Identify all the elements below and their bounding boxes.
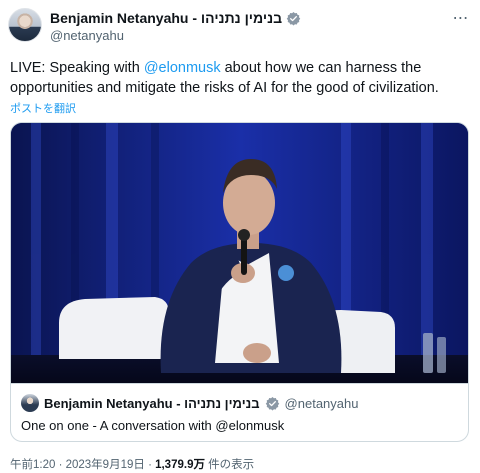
quoted-verified-badge-icon bbox=[265, 396, 279, 410]
author-avatar[interactable] bbox=[8, 8, 42, 42]
verified-badge-icon[interactable] bbox=[286, 11, 301, 26]
quoted-post-card[interactable]: Benjamin Netanyahu - בנימין נתניהו @neta… bbox=[10, 122, 469, 442]
author-name-row: Benjamin Netanyahu - בנימין נתניהו bbox=[50, 9, 301, 27]
stage-scene-image bbox=[11, 123, 468, 383]
translate-post-link[interactable]: ポストを翻訳 bbox=[10, 100, 76, 116]
tweet-text: LIVE: Speaking with @elonmusk about how … bbox=[10, 58, 450, 98]
quoted-post-footer: Benjamin Netanyahu - בנימין נתניהו @neta… bbox=[11, 383, 468, 441]
video-thumbnail[interactable] bbox=[11, 123, 468, 383]
tweet-text-before: LIVE: Speaking with bbox=[10, 60, 144, 76]
post-timestamp[interactable]: 午前1:20 · 2023年9月19日 · bbox=[10, 459, 155, 471]
tweet-header: Benjamin Netanyahu - בנימין נתניהו @neta… bbox=[8, 8, 472, 44]
views-count: 1,379.9万 bbox=[155, 459, 205, 471]
author-handle[interactable]: @netanyahu bbox=[50, 28, 124, 43]
post-meta: 午前1:20 · 2023年9月19日 · 1,379.9万 件の表示 bbox=[10, 456, 254, 472]
quoted-post-text: One on one - A conversation with @elonmu… bbox=[21, 418, 285, 433]
mention-link[interactable]: @elonmusk bbox=[144, 60, 221, 76]
views-label: 件の表示 bbox=[204, 459, 255, 471]
quoted-author-avatar[interactable] bbox=[21, 394, 39, 412]
more-options-icon[interactable]: ⋯ bbox=[450, 8, 472, 28]
quoted-author-handle[interactable]: @netanyahu bbox=[285, 396, 359, 411]
quoted-author-name[interactable]: Benjamin Netanyahu - בנימין נתניהו bbox=[44, 396, 260, 411]
author-display-name[interactable]: Benjamin Netanyahu - בנימין נתניהו bbox=[50, 10, 282, 26]
quoted-author-row: Benjamin Netanyahu - בנימין נתניהו @neta… bbox=[21, 394, 358, 412]
